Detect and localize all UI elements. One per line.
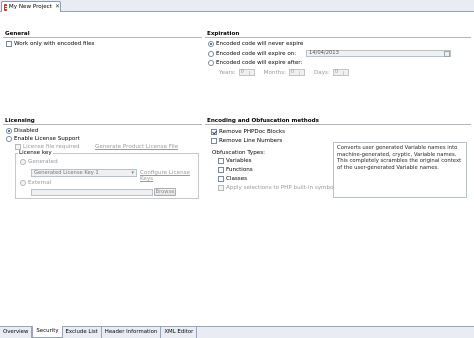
expire-after-radio[interactable]: Encoded code will expire after: [205, 60, 471, 66]
apply-builtin-box[interactable] [218, 185, 224, 191]
work-only-encoded-checkbox[interactable]: Work only with encoded files [3, 41, 202, 47]
encoding-section: Encoding and Obfuscation methods Remove … [205, 118, 471, 198]
months-label: Months: [263, 69, 286, 76]
never-expire-radio-button[interactable] [208, 41, 214, 47]
calendar-dropdown-icon[interactable] [444, 50, 450, 57]
expiration-section: Expiration Encoded code will never expir… [205, 31, 471, 76]
functions-box[interactable] [218, 167, 224, 173]
licensing-disabled-radio[interactable]: Disabled [3, 128, 202, 134]
editor-tab-my-new-project[interactable]: My New Project ✕ [1, 1, 61, 12]
generate-license-link[interactable]: Generate Product License File [95, 144, 178, 150]
general-title: General [3, 31, 202, 38]
classes-label: Classes [226, 176, 248, 182]
days-label: Days: [314, 69, 330, 76]
chevron-down-icon: ▾ [131, 170, 134, 176]
licensing-section: Licensing Disabled Enable License Suppor… [3, 118, 202, 199]
generated-radio-button[interactable] [20, 159, 26, 165]
general-section: General Work only with encoded files [3, 31, 202, 47]
expire-after-fields: Years: 0 Months: 0 Days: 0 [205, 69, 471, 76]
generated-key-value: Generated License Key 1 [34, 170, 99, 176]
license-key-group-label: License key [18, 150, 53, 156]
expire-on-label: Encoded code will expire on: [216, 50, 297, 57]
years-spinner[interactable]: 0 [238, 69, 255, 76]
functions-label: Functions [226, 167, 253, 173]
expire-date-field[interactable]: 14/04/2013 [306, 50, 451, 57]
never-expire-radio[interactable]: Encoded code will never expire [205, 41, 471, 47]
months-spinner[interactable]: 0 [289, 69, 305, 76]
work-only-encoded-box[interactable] [6, 41, 12, 47]
expire-on-row: Encoded code will expire on: 14/04/2013 [205, 50, 471, 57]
variables-label: Variables [226, 158, 252, 164]
external-license-path-input[interactable] [31, 189, 153, 196]
project-file-icon [4, 3, 9, 11]
apply-builtin-label: Apply selections to PHP built-in symbols [226, 185, 338, 191]
remove-phpdoc-checkbox[interactable]: Remove PHPDoc Blocks [205, 129, 471, 135]
security-page: General Work only with encoded files Exp… [0, 12, 474, 326]
generated-key-combo[interactable]: Generated License Key 1 ▾ [31, 169, 137, 177]
remove-phpdoc-box[interactable] [211, 129, 217, 135]
expire-date-value: 14/04/2013 [309, 50, 339, 56]
enable-license-label: Enable License Support [14, 136, 80, 142]
generated-radio[interactable]: Generated [20, 159, 58, 165]
licensing-title: Licensing [3, 118, 202, 125]
days-spinner[interactable]: 0 [332, 69, 349, 76]
license-key-group: License key Generated Generated License … [15, 150, 199, 199]
remove-line-numbers-label: Remove Line Numbers [219, 138, 283, 144]
tab-overview[interactable]: Overview [0, 327, 33, 338]
variables-box[interactable] [218, 158, 224, 164]
licensing-disabled-radio-button[interactable] [6, 128, 12, 134]
never-expire-label: Encoded code will never expire [216, 41, 304, 47]
external-radio[interactable]: External [20, 180, 51, 186]
remove-phpdoc-label: Remove PHPDoc Blocks [219, 129, 286, 135]
external-label: External [28, 180, 52, 186]
years-label: Years: [219, 69, 236, 76]
classes-box[interactable] [218, 176, 224, 182]
tab-exclude-list[interactable]: Exclude List [63, 327, 102, 338]
expire-on-radio-button[interactable] [208, 50, 214, 57]
encoding-title: Encoding and Obfuscation methods [205, 118, 471, 125]
editor-tab-strip: My New Project ✕ [0, 0, 474, 12]
page-tabs: Overview Security Exclude List Header In… [0, 326, 474, 338]
enable-license-radio-button[interactable] [6, 136, 12, 142]
generated-label: Generated [28, 159, 58, 165]
obfuscation-description: Converts user generated Variable names i… [333, 142, 467, 198]
browse-button[interactable]: Browse [154, 188, 176, 196]
licensing-disabled-label: Disabled [14, 128, 39, 134]
remove-line-numbers-box[interactable] [211, 138, 217, 144]
expire-after-label: Encoded code will expire after: [216, 60, 303, 66]
configure-license-keys-link[interactable]: Configure License Keys [140, 170, 198, 182]
tab-xml-editor[interactable]: XML Editor [161, 327, 198, 338]
tab-security[interactable]: Security [32, 326, 63, 338]
external-radio-button[interactable] [20, 180, 26, 186]
enable-license-radio[interactable]: Enable License Support [3, 136, 202, 142]
tab-header-information[interactable]: Header Information [102, 327, 162, 338]
editor-tab-title: My New Project [8, 4, 52, 10]
close-icon[interactable]: ✕ [55, 4, 60, 10]
expiration-title: Expiration [205, 31, 471, 38]
work-only-encoded-label: Work only with encoded files [14, 41, 95, 47]
expire-after-radio-button[interactable] [208, 60, 214, 66]
